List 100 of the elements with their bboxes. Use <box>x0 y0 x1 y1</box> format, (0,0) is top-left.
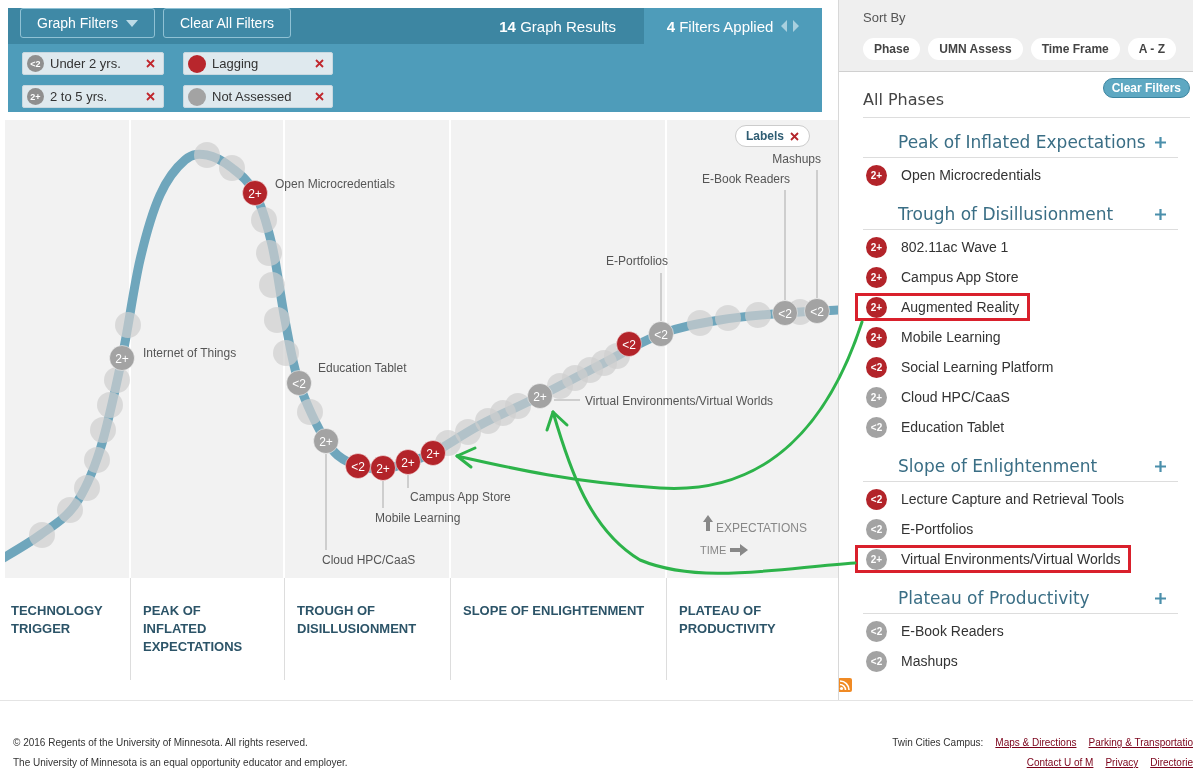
sort-button[interactable]: UMN Assess <box>928 38 1023 60</box>
filter-chip[interactable]: 2+ 2 to 5 yrs. <box>22 85 164 108</box>
marker-label: Cloud HPC/CaaS <box>322 553 416 567</box>
item-label: Augmented Reality <box>901 299 1020 315</box>
list-item[interactable]: <2 Social Learning Platform <box>855 353 1065 381</box>
timeframe-badge: 2+ <box>866 164 887 186</box>
footer-link[interactable]: Maps & Directions <box>995 737 1077 748</box>
sort-button[interactable]: Phase <box>863 38 921 60</box>
close-icon[interactable] <box>315 92 324 101</box>
item-label: E-Book Readers <box>901 623 1004 639</box>
marker[interactable]: 2+ <box>395 449 421 475</box>
faded-marker <box>259 272 285 298</box>
list-item[interactable]: 2+ Cloud HPC/CaaS <box>855 383 1021 411</box>
marker[interactable]: <2 <box>616 331 642 357</box>
faded-marker <box>29 522 55 548</box>
leader-line <box>660 272 662 322</box>
list-item[interactable]: <2 Lecture Capture and Retrieval Tools <box>855 485 1136 513</box>
filter-chip[interactable]: Lagging <box>183 52 333 75</box>
marker-label: Internet of Things <box>143 346 237 360</box>
footer-link[interactable]: Privacy <box>1105 757 1139 768</box>
timeframe-badge: 2+ <box>866 326 887 348</box>
phase-heading: Slope of Enlightenment <box>898 456 1098 476</box>
timeframe-badge: <2 <box>866 620 887 642</box>
axis-label: EXPECTATIONS <box>716 521 807 535</box>
faded-marker <box>264 307 290 333</box>
marker[interactable]: 2+ <box>420 440 446 466</box>
plus-icon[interactable] <box>1155 136 1166 148</box>
faded-marker <box>715 305 741 331</box>
filter-label: Lagging <box>212 56 260 71</box>
leader-line <box>553 399 581 401</box>
list-item[interactable]: 2+ Open Microcredentials <box>855 161 1053 189</box>
footer-link[interactable]: Directorie <box>1150 757 1193 768</box>
faded-marker <box>687 310 713 336</box>
rss-icon[interactable] <box>839 678 852 692</box>
footer-link[interactable]: Parking & Transportatio <box>1088 737 1193 748</box>
timeframe-badge: 2+ <box>866 386 887 408</box>
faded-marker <box>194 142 220 168</box>
filter-label: Not Assessed <box>212 89 293 104</box>
list-item[interactable]: 2+ Virtual Environments/Virtual Worlds <box>855 545 1132 573</box>
phase-title: TECHNOLOGY TRIGGER <box>11 602 104 638</box>
plus-icon[interactable] <box>1155 208 1166 220</box>
clear-all-filters-button[interactable]: Clear All Filters <box>162 8 292 38</box>
list-item[interactable]: <2 Mashups <box>855 647 969 675</box>
arrows-icon[interactable] <box>781 20 800 32</box>
timeframe-badge: <2 <box>866 488 887 510</box>
close-icon[interactable] <box>790 131 799 141</box>
list-item[interactable]: 2+ Augmented Reality <box>855 293 1031 321</box>
item-label: Social Learning Platform <box>901 359 1054 375</box>
close-icon[interactable] <box>146 59 155 68</box>
axis-label: TIME <box>700 544 727 556</box>
caret-icon <box>125 19 138 27</box>
list-item[interactable]: <2 E-Portfolios <box>855 515 985 543</box>
faded-marker <box>273 340 299 366</box>
close-icon[interactable] <box>315 59 324 68</box>
item-label: Virtual Environments/Virtual Worlds <box>901 551 1121 567</box>
leader-line <box>382 480 384 509</box>
list-item[interactable]: 2+ Mobile Learning <box>855 323 1012 351</box>
filter-chip[interactable]: <2 Under 2 yrs. <box>22 52 164 75</box>
list-item[interactable]: 2+ Campus App Store <box>855 263 1030 291</box>
close-icon[interactable] <box>146 92 155 101</box>
list-item[interactable]: <2 Education Tablet <box>855 413 1016 441</box>
leader-line <box>407 474 409 489</box>
faded-marker <box>97 392 123 418</box>
marker[interactable]: <2 <box>345 453 371 479</box>
footer-link[interactable]: Contact U of M <box>1026 757 1094 768</box>
item-label: 802.11ac Wave 1 <box>901 239 1009 255</box>
list-item[interactable]: <2 E-Book Readers <box>855 617 1015 645</box>
phase-title: SLOPE OF ENLIGHTENMENT <box>463 602 646 620</box>
filter-chip[interactable]: Not Assessed <box>183 85 333 108</box>
phase-heading: Trough of Disillusionment <box>898 204 1114 224</box>
right-arrow-icon <box>730 544 748 556</box>
marker-label: Mashups <box>772 152 821 166</box>
marker[interactable]: 2+ <box>370 455 396 481</box>
marker-label: E-Book Readers <box>701 172 790 186</box>
sort-button[interactable]: A - Z <box>1127 38 1176 60</box>
item-label: Lecture Capture and Retrieval Tools <box>901 491 1125 507</box>
marker-label: Campus App Store <box>410 490 511 504</box>
marker-label: Virtual Environments/Virtual Worlds <box>585 394 774 408</box>
graph-filters-dropdown[interactable]: Graph Filters <box>20 8 155 38</box>
marker-label: E-Portfolios <box>605 254 668 268</box>
timeframe-badge: <2 <box>866 650 887 672</box>
marker-label: Open Microcredentials <box>275 177 396 191</box>
faded-marker <box>455 419 481 445</box>
faded-marker <box>297 399 323 425</box>
labels-toggle[interactable]: Labels <box>735 125 810 147</box>
list-item[interactable]: 2+ 802.11ac Wave 1 <box>855 233 1020 261</box>
faded-marker <box>74 475 100 501</box>
marker[interactable]: 2+ <box>242 180 268 206</box>
timeframe-badge: 2+ <box>866 548 887 570</box>
item-label: Mobile Learning <box>901 329 1001 345</box>
list-title: All Phases <box>863 90 945 109</box>
phase-title: PLATEAU OF PRODUCTIVITY <box>679 602 777 638</box>
item-label: Campus App Store <box>901 269 1019 285</box>
item-label: Open Microcredentials <box>901 167 1042 183</box>
plus-icon[interactable] <box>1155 592 1166 604</box>
timeframe-badge: 2+ <box>27 88 44 105</box>
timeframe-badge: <2 <box>866 518 887 540</box>
sort-button[interactable]: Time Frame <box>1030 38 1120 60</box>
faded-marker <box>505 393 531 419</box>
plus-icon[interactable] <box>1155 460 1166 472</box>
